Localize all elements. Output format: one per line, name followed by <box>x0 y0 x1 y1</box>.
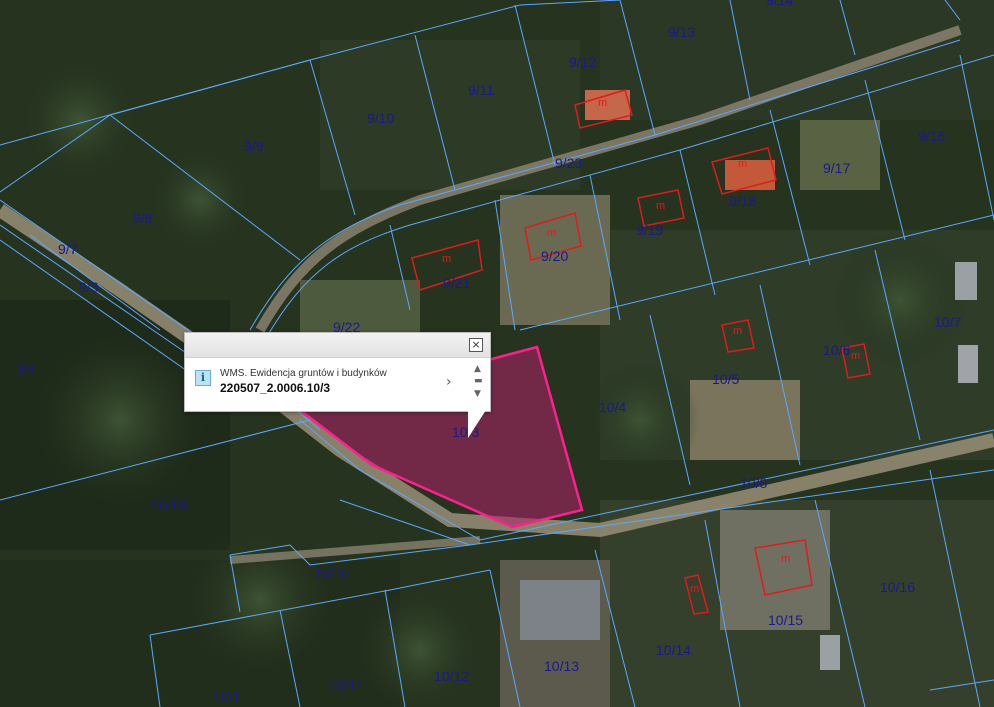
parcel-label: 9/12 <box>569 54 596 70</box>
parcel-label: 10/6 <box>823 342 850 358</box>
parcel-label: 9/23 <box>555 155 582 171</box>
parcel-label: 9/16 <box>918 128 945 144</box>
svg-text:m: m <box>733 325 742 337</box>
svg-text:m: m <box>851 350 860 362</box>
parcel-label: 9/10 <box>367 110 394 126</box>
popup-feature-id[interactable]: 220507_2.0006.10/3 <box>220 381 330 395</box>
parcel-label: 10/12 <box>434 668 469 684</box>
svg-text:m: m <box>738 158 747 170</box>
svg-text:m: m <box>781 553 790 565</box>
parcel-label: 9/21 <box>443 275 470 291</box>
info-icon: i <box>195 370 211 386</box>
parcel-label: 9/11 <box>468 82 494 98</box>
parcel-label: 10/14 <box>656 642 691 658</box>
parcel-label: 9/9 <box>244 138 264 154</box>
parcel-label: 9/8 <box>133 210 153 226</box>
map-view[interactable]: m m m m m m m m m 9/14 9/13 9/12 9/11 9/… <box>0 0 994 707</box>
parcel-label: 10/7 <box>934 314 961 330</box>
parcel-label: 9/19 <box>636 222 663 238</box>
scroll-up-icon[interactable]: ▲ <box>474 364 481 374</box>
parcel-label: 10/1 <box>213 689 240 705</box>
parcel-label: 9/18 <box>729 193 756 209</box>
parcel-label: 10/8 <box>740 475 767 491</box>
popup-header: × <box>185 333 490 358</box>
parcel-label: 10/11 <box>329 677 363 693</box>
scroll-thumb-icon[interactable]: ▬ <box>474 376 483 386</box>
parcel-label: 10/18 <box>151 497 186 513</box>
parcel-label: 10/13 <box>544 658 579 674</box>
scroll-down-icon[interactable]: ▼ <box>474 389 481 399</box>
svg-text:m: m <box>656 200 665 212</box>
popup-pointer <box>468 410 486 438</box>
parcel-label: 10/10 <box>314 565 349 581</box>
svg-text:m: m <box>547 227 556 239</box>
popup-body: i WMS. Ewidencja gruntów i budynków 2205… <box>185 358 490 411</box>
popup-layer-name: WMS. Ewidencja gruntów i budynków <box>220 368 387 379</box>
parcel-label: 10/5 <box>712 371 739 387</box>
parcel-label: 9/3 <box>79 279 99 295</box>
svg-text:m: m <box>690 583 699 595</box>
parcel-label: 9/7 <box>58 241 78 257</box>
parcel-label: 9/14 <box>766 0 793 8</box>
svg-text:m: m <box>442 253 451 265</box>
parcel-label: 9/13 <box>668 24 695 40</box>
parcel-label: 9/4 <box>16 361 36 377</box>
parcel-label: 10/4 <box>599 399 626 415</box>
feature-info-popup: × i WMS. Ewidencja gruntów i budynków 22… <box>184 332 491 438</box>
svg-text:m: m <box>598 97 607 109</box>
parcel-label: 9/17 <box>823 160 850 176</box>
chevron-right-icon[interactable]: › <box>446 374 452 390</box>
parcel-label: 10/15 <box>768 612 803 628</box>
parcel-label: 9/20 <box>541 248 568 264</box>
parcel-label: 10/16 <box>880 579 915 595</box>
close-icon[interactable]: × <box>469 338 483 352</box>
